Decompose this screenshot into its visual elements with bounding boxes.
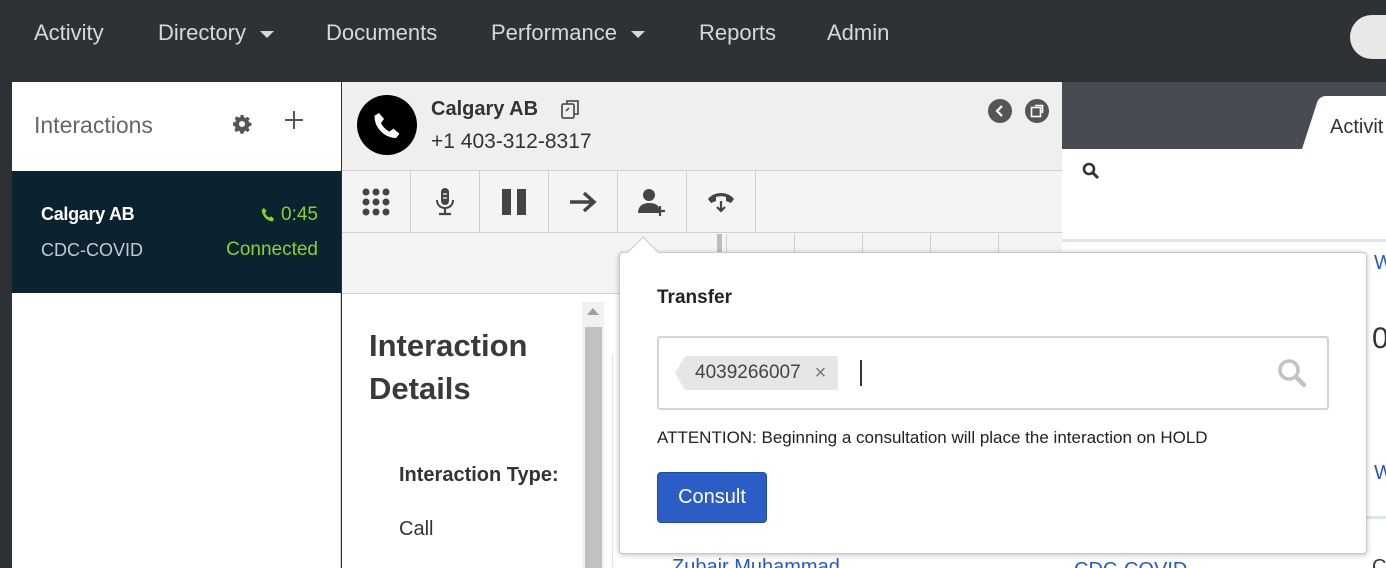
tab-activity-label: Activit (1330, 116, 1384, 138)
consult-button[interactable]: Consult (657, 472, 767, 523)
transfer-title: Transfer (657, 287, 732, 308)
nav-activity-label: Activity (34, 20, 104, 45)
agent-link[interactable]: Zubair Muhammad (672, 556, 840, 568)
interaction-status: Connected (226, 239, 318, 260)
nav-directory-label: Directory (158, 20, 247, 45)
nav-performance[interactable]: Performance (491, 20, 645, 46)
text-cursor (860, 360, 862, 386)
caret-down-icon (630, 30, 645, 38)
copy-icon[interactable] (560, 98, 582, 125)
caller-phone: +1 403-312-8317 (431, 130, 592, 153)
microphone-icon (436, 187, 454, 215)
interactions-header: Interactions (12, 82, 341, 170)
search-icon[interactable] (1082, 162, 1100, 185)
chip-label: 4039266007 (695, 362, 801, 383)
back-icon[interactable] (988, 99, 1012, 123)
queue-link[interactable]: CDC-COVID (1074, 559, 1187, 568)
transfer-arrow-icon (570, 191, 597, 212)
phone-icon (261, 208, 275, 222)
scroll-thumb[interactable] (585, 327, 602, 568)
user-menu-pill[interactable] (1350, 15, 1386, 59)
details-title: Interaction Details (369, 328, 528, 406)
search-icon[interactable] (1277, 358, 1307, 393)
add-participant-button[interactable] (618, 171, 687, 232)
transfer-popover: Transfer 4039266007 × ATTENTION: Beginni… (619, 252, 1367, 554)
top-navigation: Activity Directory Documents Performance… (0, 0, 1386, 70)
interaction-list-item[interactable]: Calgary AB 0:45 CDC-COVID Connected (12, 171, 341, 293)
nav-admin[interactable]: Admin (827, 20, 889, 46)
scroll-up-icon[interactable] (587, 308, 599, 315)
interactions-sidebar: Interactions Calgary AB 0:45 CDC-COVID C… (12, 82, 341, 568)
hold-button[interactable] (480, 171, 549, 232)
transfer-button[interactable] (549, 171, 618, 232)
pause-icon (502, 188, 526, 215)
details-scrollbar[interactable] (582, 302, 604, 568)
caret-down-icon (260, 30, 275, 38)
settings-icon[interactable] (232, 114, 252, 138)
nav-directory[interactable]: Directory (158, 20, 275, 46)
call-header: Calgary AB +1 403-312-8317 (342, 82, 1062, 171)
phone-avatar-icon (357, 95, 417, 155)
hangup-icon (708, 192, 734, 213)
nav-performance-label: Performance (491, 20, 617, 45)
plus-icon[interactable] (284, 106, 304, 136)
interaction-queue: CDC-COVID (41, 240, 143, 260)
column-header-partial: W (1374, 462, 1386, 484)
interaction-timer: 0:45 (261, 204, 318, 226)
transfer-target-input[interactable]: 4039266007 × (657, 336, 1329, 410)
column-header-partial: W (1374, 252, 1386, 274)
nav-reports[interactable]: Reports (699, 20, 776, 46)
add-participant-icon (638, 188, 665, 216)
nav-documents-label: Documents (326, 20, 438, 45)
dialpad-icon (362, 188, 390, 215)
interactions-title: Interactions (34, 112, 153, 138)
popout-icon[interactable] (1025, 99, 1049, 123)
nav-documents[interactable]: Documents (326, 20, 437, 46)
selected-number-chip: 4039266007 × (674, 356, 839, 390)
mute-button[interactable] (411, 171, 480, 232)
nav-admin-label: Admin (827, 20, 890, 45)
close-icon[interactable]: × (815, 363, 827, 383)
row-divider (1062, 239, 1386, 242)
nav-activity[interactable]: Activity (34, 20, 104, 46)
dialpad-button[interactable] (342, 171, 411, 232)
timer-value: 0:45 (281, 204, 318, 225)
caller-name: Calgary AB (431, 98, 539, 120)
call-toolbar (342, 171, 1062, 233)
cell-partial: C (1372, 556, 1386, 568)
interaction-type-value: Call (399, 518, 434, 540)
hangup-button[interactable] (687, 171, 756, 232)
interaction-name: Calgary AB (41, 204, 135, 224)
hold-warning: ATTENTION: Beginning a consultation will… (657, 428, 1208, 447)
value-partial: 0 (1372, 322, 1386, 355)
nav-reports-label: Reports (699, 20, 777, 45)
interaction-type-label: Interaction Type: (399, 464, 559, 486)
